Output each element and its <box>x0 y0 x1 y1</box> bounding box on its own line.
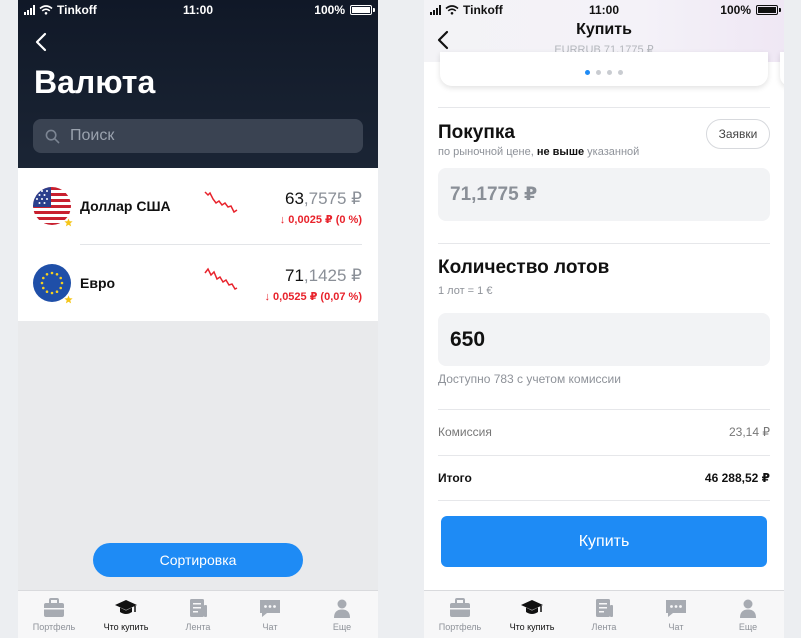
tab-bar: Портфель Что купить Лента Чат Еще <box>18 590 378 638</box>
price-change-value: 0,0025 ₽ (0 %) <box>288 214 362 226</box>
total-row: Итого 46 288,52 ₽ <box>438 471 770 491</box>
price-integer: 71 <box>284 266 304 285</box>
lots-title: Количество лотов <box>438 257 610 278</box>
tab-portfolio[interactable]: Портфель <box>424 591 496 638</box>
tab-label: Еще <box>332 622 352 632</box>
currency-row-eur[interactable]: Евро 71,1425 ₽ ↓ 0,0525 ₽ (0,07 %) <box>18 245 378 321</box>
divider <box>438 409 770 410</box>
favorite-star-icon <box>64 218 73 227</box>
currency-price: 71,1425 ₽ <box>285 266 362 286</box>
sparkline-chart <box>204 267 238 290</box>
news-feed-icon <box>596 599 613 617</box>
tab-label: Портфель <box>32 622 76 632</box>
page-title: Купить <box>576 21 632 38</box>
battery-icon <box>350 5 375 15</box>
commission-label: Комиссия <box>438 425 492 439</box>
status-bar: Tinkoff 11:00 100% <box>18 0 378 20</box>
favorite-star-icon <box>64 295 73 304</box>
chat-icon <box>666 600 686 617</box>
price-change: ↓ 0,0525 ₽ (0,07 %) <box>264 290 362 303</box>
tab-what-to-buy[interactable]: Что купить <box>496 591 568 638</box>
currency-price: 63,7575 ₽ <box>285 189 362 209</box>
status-bar: Tinkoff 11:00 100% <box>424 0 784 20</box>
currency-list: Доллар США 63,7575 ₽ ↓ 0,0025 ₽ (0 %) Ев… <box>18 168 378 321</box>
price-fraction: ,7575 ₽ <box>303 189 362 208</box>
arrow-down-icon: ↓ <box>279 214 286 226</box>
carousel-dot <box>618 70 623 75</box>
chevron-left-icon <box>35 32 47 52</box>
tab-chat[interactable]: Чат <box>234 591 306 638</box>
tab-label: Что купить <box>103 622 149 632</box>
profile-icon <box>334 599 350 618</box>
divider <box>438 500 770 501</box>
battery-percent: 100% <box>314 3 345 17</box>
buy-order-screen: Tinkoff 11:00 100% Купить EURRUB 71,1775… <box>424 0 784 638</box>
battery-icon <box>756 5 781 15</box>
search-icon <box>45 129 60 143</box>
tab-portfolio[interactable]: Портфель <box>18 591 90 638</box>
price-input[interactable] <box>438 168 770 221</box>
briefcase-icon <box>44 598 64 617</box>
tab-label: Чат <box>668 622 684 632</box>
divider <box>438 455 770 456</box>
tab-chat[interactable]: Чат <box>640 591 712 638</box>
carousel-dot <box>596 70 601 75</box>
commission-value: 23,14 ₽ <box>729 425 770 439</box>
tab-feed[interactable]: Лента <box>162 591 234 638</box>
tab-more[interactable]: Еще <box>306 591 378 638</box>
total-value: 46 288,52 ₽ <box>704 471 770 485</box>
tab-label: Что купить <box>509 622 555 632</box>
profile-icon <box>740 599 756 618</box>
currency-name: Евро <box>80 275 116 291</box>
graduation-cap-icon <box>521 600 543 614</box>
battery-percent: 100% <box>720 3 751 17</box>
search-input[interactable] <box>70 127 330 145</box>
price-change: ↓ 0,0025 ₽ (0 %) <box>280 213 362 226</box>
tab-bar: Портфель Что купить Лента Чат Еще <box>424 590 784 638</box>
tab-label: Еще <box>738 622 758 632</box>
search-bar[interactable] <box>33 119 363 153</box>
orders-button[interactable]: Заявки <box>706 119 770 149</box>
lots-input[interactable] <box>438 313 770 366</box>
carousel-dot-active <box>585 70 590 75</box>
news-feed-icon <box>190 599 207 617</box>
next-card-peek[interactable] <box>780 52 784 86</box>
carousel-dot <box>607 70 612 75</box>
back-button[interactable] <box>30 30 54 54</box>
tab-feed[interactable]: Лента <box>568 591 640 638</box>
tab-label: Портфель <box>438 622 482 632</box>
price-fraction: ,1425 ₽ <box>303 266 362 285</box>
tab-label: Лента <box>185 622 211 632</box>
tab-what-to-buy[interactable]: Что купить <box>90 591 162 638</box>
chat-icon <box>260 600 280 617</box>
total-label: Итого <box>438 471 472 485</box>
divider <box>438 243 770 244</box>
tab-more[interactable]: Еще <box>712 591 784 638</box>
available-lots-note: Доступно 783 с учетом комиссии <box>438 372 621 386</box>
sparkline-chart <box>204 191 238 214</box>
carousel-dots <box>424 70 784 75</box>
currency-list-screen: Tinkoff 11:00 100% Валюта Поиск Доллар С… <box>18 0 378 638</box>
commission-row: Комиссия 23,14 ₽ <box>438 425 770 445</box>
currency-row-usd[interactable]: Доллар США 63,7575 ₽ ↓ 0,0025 ₽ (0 %) <box>18 168 378 245</box>
lots-note: 1 лот = 1 € <box>438 285 493 297</box>
currency-header: Tinkoff 11:00 100% Валюта <box>18 0 378 168</box>
instrument-card[interactable] <box>440 52 768 86</box>
arrow-down-icon: ↓ <box>264 291 270 303</box>
page-title: Валюта <box>34 64 156 100</box>
purchase-title: Покупка <box>438 122 515 143</box>
divider <box>438 107 770 108</box>
tab-label: Чат <box>262 622 278 632</box>
sort-button[interactable]: Сортировка <box>93 543 303 577</box>
briefcase-icon <box>450 598 470 617</box>
currency-name: Доллар США <box>80 198 171 214</box>
buy-button[interactable]: Купить <box>441 516 767 567</box>
price-integer: 63 <box>284 189 304 208</box>
purchase-note: по рыночной цене, не выше указанной <box>438 146 640 158</box>
graduation-cap-icon <box>115 600 137 614</box>
tab-label: Лента <box>591 622 617 632</box>
price-change-value: 0,0525 ₽ (0,07 %) <box>273 291 362 303</box>
